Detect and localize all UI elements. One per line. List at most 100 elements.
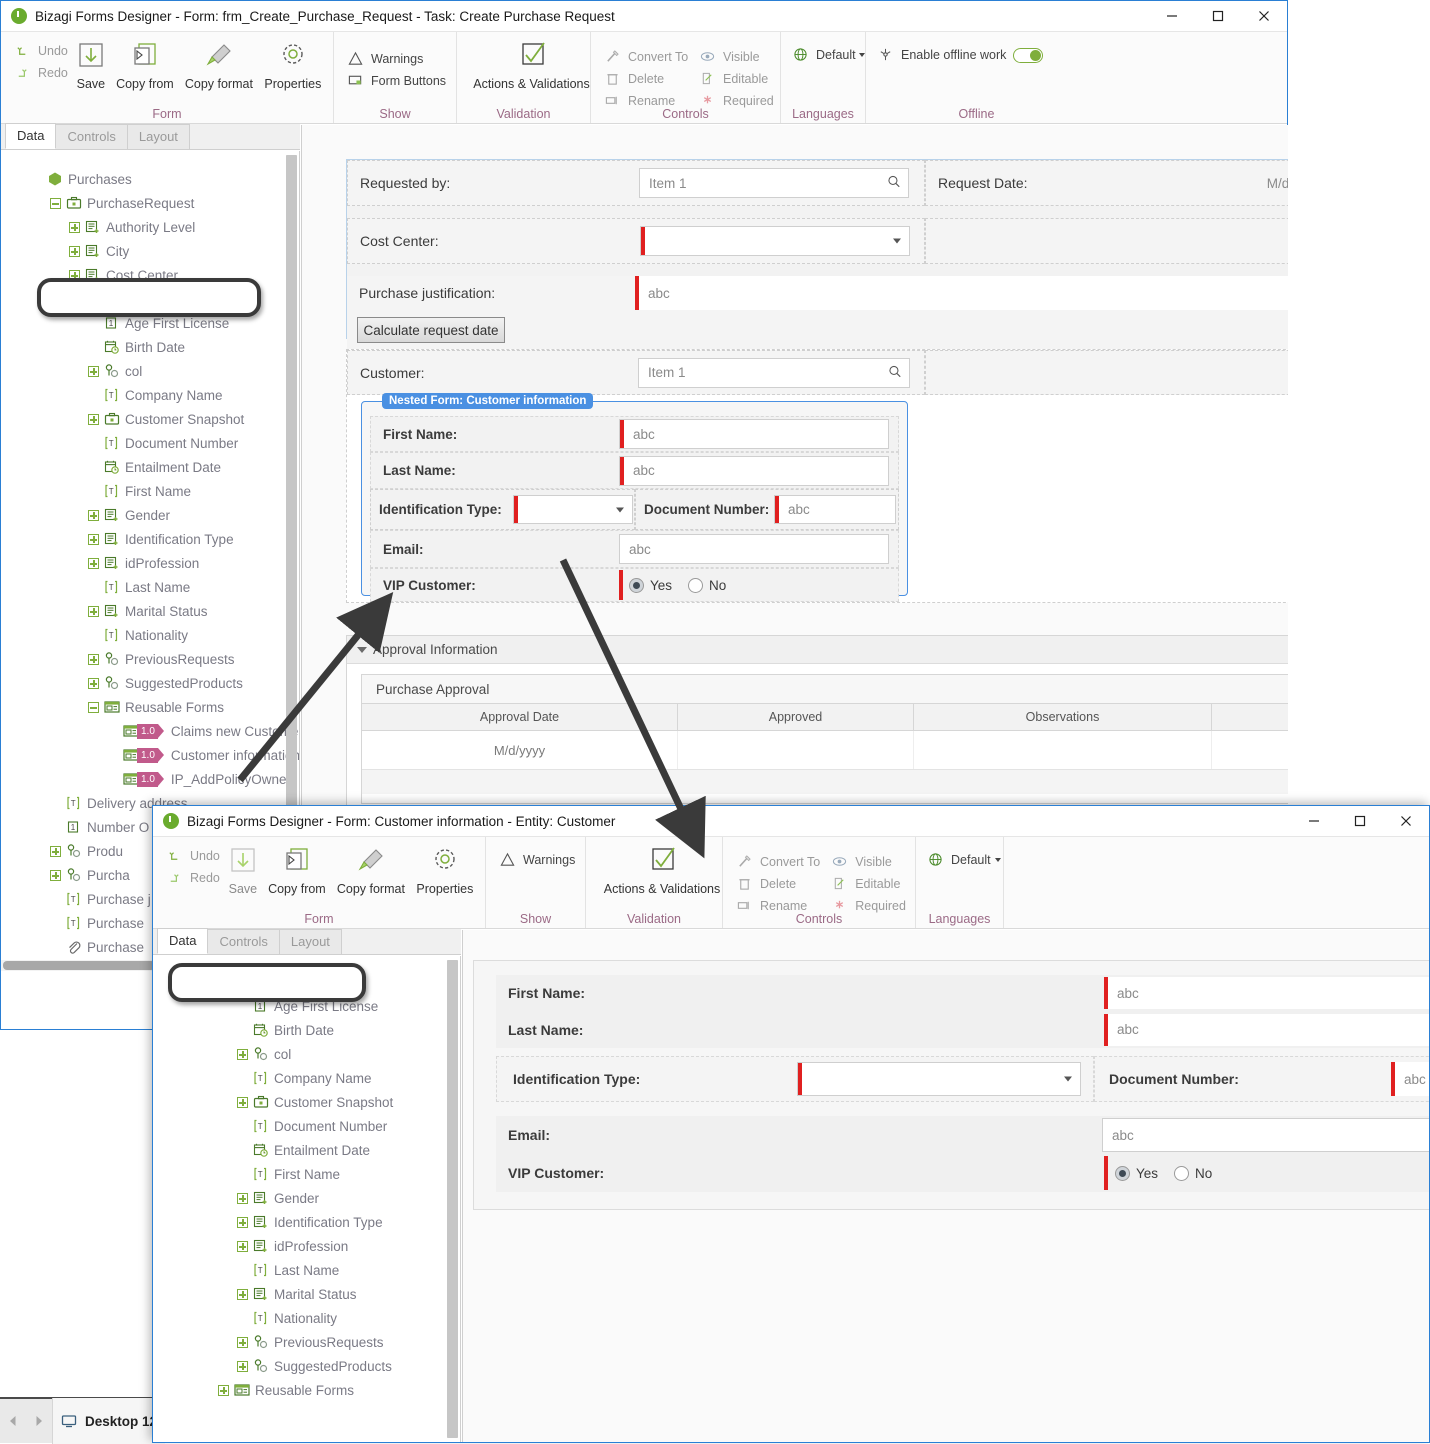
tree-node-birth-date[interactable]: Birth Date [1, 335, 299, 359]
enable-offline-work-toggle[interactable]: Enable offline work [874, 44, 1047, 66]
tree-node-nationality[interactable]: T Nationality [1, 623, 299, 647]
last-name-input[interactable]: abc [619, 455, 889, 486]
tree-node-gender[interactable]: Gender [153, 1186, 460, 1210]
tree-node-marital-status[interactable]: Marital Status [1, 599, 299, 623]
expand-icon[interactable] [88, 677, 99, 689]
expand-icon[interactable] [69, 245, 80, 257]
tree-node-suggestedproducts[interactable]: SuggestedProducts [153, 1354, 460, 1378]
convert-to-button[interactable]: Convert To [731, 851, 826, 873]
convert-to-button[interactable]: Convert To [599, 46, 694, 68]
delete-button[interactable]: Delete [599, 68, 694, 90]
collapse-icon[interactable] [88, 701, 99, 713]
copy-format-button[interactable]: Copy format [182, 36, 256, 91]
expand-icon[interactable] [237, 1192, 248, 1204]
form-buttons-button[interactable]: Form Buttons [342, 70, 452, 92]
expand-icon[interactable] [69, 221, 80, 233]
tree-node-col[interactable]: col [153, 1042, 460, 1066]
tree-node-entailment-date[interactable]: Entailment Date [1, 455, 299, 479]
first-name-input[interactable]: abc [619, 419, 889, 449]
expand-icon[interactable] [237, 1336, 248, 1348]
tree-node-reusable-forms[interactable]: Reusable Forms [1, 695, 299, 719]
purchase-justification-input[interactable]: abc [635, 276, 1288, 310]
requested-by-input[interactable]: Item 1 [639, 168, 909, 198]
visible-button[interactable]: Visible [826, 851, 912, 873]
identification-type-dropdown[interactable] [513, 495, 633, 524]
visible-button[interactable]: Visible [694, 46, 780, 68]
properties-button[interactable]: Properties [256, 36, 330, 91]
expand-icon[interactable] [88, 413, 99, 425]
tree-node-purchases[interactable]: Purchases [1, 167, 299, 191]
tree-node-nationality[interactable]: T Nationality [153, 1306, 460, 1330]
cost-center-dropdown[interactable] [640, 226, 910, 256]
tree-node-identification-type[interactable]: Identification Type [1, 527, 299, 551]
maximize-button[interactable] [1195, 1, 1241, 31]
tab-layout[interactable]: Layout [278, 929, 342, 954]
redo-button[interactable]: Redo [161, 867, 226, 889]
minimize-button[interactable] [1149, 1, 1195, 31]
email-input[interactable]: abc [619, 534, 889, 564]
chevron-collapse-icon[interactable] [357, 646, 367, 653]
collapse-icon[interactable] [50, 197, 61, 209]
tree-node-identification-type[interactable]: Identification Type [153, 1210, 460, 1234]
tree-node-reusable-forms[interactable]: Reusable Forms [153, 1378, 460, 1402]
chevron-down-icon[interactable] [893, 238, 901, 244]
tree-node-authority-level[interactable]: Authority Level [1, 215, 299, 239]
tree-node-customer-snapshot[interactable]: Customer Snapshot [153, 1090, 460, 1114]
minimize-button[interactable] [1291, 806, 1337, 836]
vip-yes-radio[interactable] [629, 577, 644, 593]
default-language-button[interactable]: Default [789, 44, 869, 66]
offline-toggle-switch[interactable] [1013, 47, 1044, 63]
save-button[interactable]: Save [226, 841, 260, 896]
tab-controls[interactable]: Controls [207, 929, 280, 954]
vip-customer-radio-group[interactable]: Yes No [619, 570, 742, 600]
tree-node-company-name[interactable]: T Company Name [1, 383, 299, 407]
expand-icon[interactable] [88, 365, 99, 377]
tree-node-customer-snapshot[interactable]: Customer Snapshot [1, 407, 299, 431]
warnings-button[interactable]: Warnings [494, 849, 581, 871]
approval-section-header[interactable]: Approval Information [347, 636, 1288, 664]
copy-format-button[interactable]: Copy format [334, 841, 408, 896]
search-icon[interactable] [888, 364, 902, 381]
expand-icon[interactable] [237, 1096, 248, 1108]
tree-node-first-name[interactable]: T First Name [1, 479, 299, 503]
tree-node-previousrequests[interactable]: PreviousRequests [1, 647, 299, 671]
chevron-down-icon[interactable] [1064, 1076, 1072, 1082]
tab-data[interactable]: Data [5, 123, 57, 149]
expand-icon[interactable] [237, 1240, 248, 1252]
chevron-down-icon[interactable] [616, 507, 624, 512]
editable-button[interactable]: Editable [694, 68, 780, 90]
tree-node-company-name[interactable]: T Company Name [153, 1066, 460, 1090]
email-input[interactable]: abc [1102, 1118, 1429, 1152]
tree-node-purchaserequest[interactable]: PurchaseRequest [1, 191, 299, 215]
table-row[interactable]: M/d/yyyy [362, 731, 1288, 770]
tree-vertical-scrollbar[interactable] [447, 960, 458, 1438]
expand-icon[interactable] [218, 1384, 229, 1396]
copy-from-button[interactable]: Copy from [260, 841, 334, 896]
editable-button[interactable]: Editable [826, 873, 912, 895]
expand-icon[interactable] [237, 1288, 248, 1300]
search-icon[interactable] [887, 175, 901, 192]
tab-layout[interactable]: Layout [126, 124, 190, 149]
expand-icon[interactable] [88, 653, 99, 665]
taskbar-prev-button[interactable] [0, 1398, 26, 1444]
expand-icon[interactable] [88, 557, 99, 569]
expand-icon[interactable] [237, 1216, 248, 1228]
actions-validations-button[interactable]: Actions & Validations [469, 36, 594, 91]
expand-icon[interactable] [237, 1048, 248, 1060]
properties-button[interactable]: Properties [408, 841, 482, 896]
expand-icon[interactable] [50, 845, 61, 857]
tree-node-last-name[interactable]: T Last Name [153, 1258, 460, 1282]
tree-node-col[interactable]: col [1, 359, 299, 383]
tree-node-previousrequests[interactable]: PreviousRequests [153, 1330, 460, 1354]
maximize-button[interactable] [1337, 806, 1383, 836]
window2-data-tree[interactable]: Customer1Age First LicenseBirth DatecolT… [153, 956, 461, 1442]
vip-customer-radio-group[interactable]: Yes No [1104, 1156, 1228, 1190]
vip-no-radio[interactable] [688, 577, 704, 593]
tree-node-gender[interactable]: Gender [1, 503, 299, 527]
document-number-input[interactable]: abc [774, 495, 896, 524]
tab-controls[interactable]: Controls [55, 124, 128, 149]
undo-button[interactable]: Undo [161, 845, 226, 867]
tree-node-birth-date[interactable]: Birth Date [153, 1018, 460, 1042]
expand-icon[interactable] [88, 605, 99, 617]
last-name-input[interactable]: abc [1104, 1013, 1429, 1046]
